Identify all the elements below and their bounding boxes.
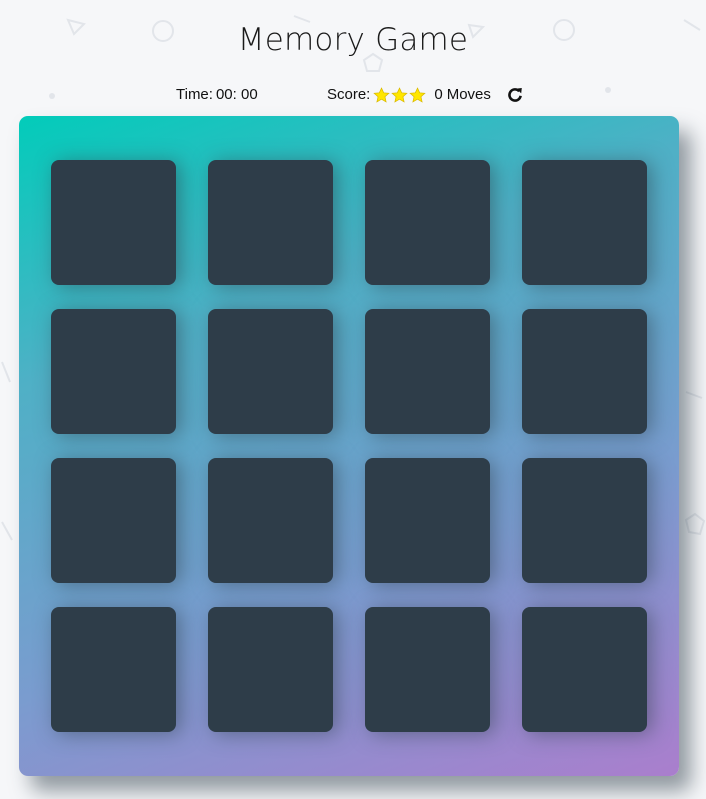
moves-counter: 0 Moves [434,84,491,106]
card-1[interactable] [51,160,176,285]
card-7[interactable] [365,309,490,434]
card-8[interactable] [522,309,647,434]
card-4[interactable] [522,160,647,285]
card-3[interactable] [365,160,490,285]
background-line-shape [0,360,12,386]
restart-button[interactable] [506,86,524,104]
star-icon [391,86,409,104]
card-9[interactable] [51,458,176,583]
background-pentagon-shape [684,512,706,538]
card-10[interactable] [208,458,333,583]
star-icon [409,86,427,104]
card-6[interactable] [208,309,333,434]
card-13[interactable] [51,607,176,732]
page-title: Memory Game [237,22,469,58]
score-label: Score: [327,86,371,103]
card-11[interactable] [365,458,490,583]
timer: Time: 00: 00 [176,84,258,106]
score-panel: Time: 00: 00 Score: 0 Moves [0,84,706,106]
card-14[interactable] [208,607,333,732]
background-line-shape [684,390,704,400]
card-15[interactable] [365,607,490,732]
background-line-shape [0,520,14,544]
restart-icon [506,88,524,108]
star-icon [373,86,391,104]
moves-label: Moves [446,86,491,103]
card-deck [19,116,679,776]
card-2[interactable] [208,160,333,285]
timer-value: 00: 00 [215,86,258,103]
star-rating [373,86,427,104]
card-12[interactable] [522,458,647,583]
moves-count: 0 [434,86,443,103]
score: Score: 0 Moves [327,84,491,106]
timer-label: Time: [176,86,213,103]
card-5[interactable] [51,309,176,434]
card-16[interactable] [522,607,647,732]
